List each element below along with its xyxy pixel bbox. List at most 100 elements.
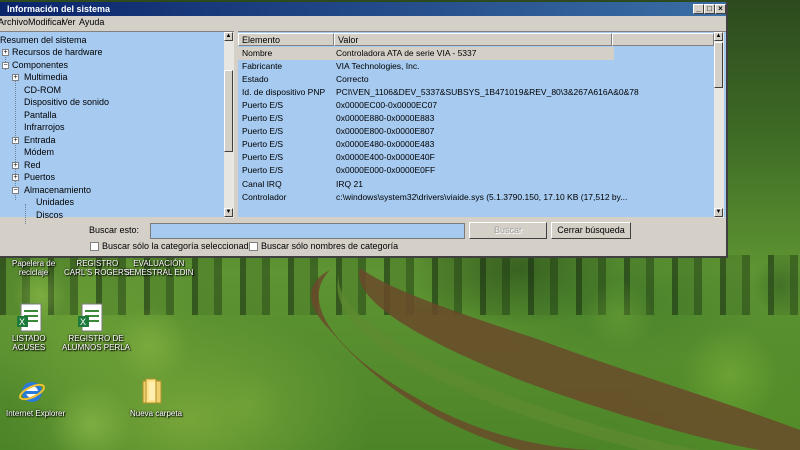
scroll-up-arrow-icon[interactable]: ▲ <box>224 32 233 41</box>
tree-item-almacenamiento[interactable]: Almacenamiento <box>24 184 91 196</box>
excel-file-icon[interactable]: X <box>17 303 45 333</box>
svg-text:X: X <box>80 317 86 327</box>
row-item: Estado <box>242 74 269 84</box>
desktop-icon-label-registro-alumnos[interactable]: REGISTRO DE ALUMNOS PERLA <box>62 334 130 352</box>
details-scrollbar[interactable]: ▲ ▼ <box>714 32 724 218</box>
table-row[interactable]: Puerto E/S 0x0000E480-0x0000E483 <box>238 138 714 151</box>
row-value: 0x0000EC00-0x0000EC07 <box>336 100 438 110</box>
search-category-names-checkbox[interactable] <box>249 242 258 251</box>
table-row[interactable]: Id. de dispositivo PNP PCI\VEN_1106&DEV_… <box>238 86 714 99</box>
collapse-icon[interactable]: − <box>12 187 19 194</box>
menu-ayuda[interactable]: Ayuda <box>79 16 104 29</box>
tree-item-puertos[interactable]: Puertos <box>24 171 55 183</box>
table-row[interactable]: Fabricante VIA Technologies, Inc. <box>238 60 714 73</box>
minimize-button[interactable]: _ <box>693 4 704 14</box>
desktop-icon-label-evaluacion[interactable]: EVALUACIÓN SEMESTRAL EDIN <box>124 259 194 277</box>
table-row[interactable]: Puerto E/S 0x0000E800-0x0000E807 <box>238 125 714 138</box>
tree-item-multimedia[interactable]: Multimedia <box>24 71 68 83</box>
details-scroll-thumb[interactable] <box>714 42 723 88</box>
tree-item-cd-rom[interactable]: CD-ROM <box>24 84 61 96</box>
column-header-valor[interactable]: Valor <box>334 33 612 46</box>
tree-item-red[interactable]: Red <box>24 159 41 171</box>
tree-item-recursos-hardware[interactable]: Recursos de hardware <box>12 46 103 58</box>
row-item: Id. de dispositivo PNP <box>242 87 326 97</box>
table-row[interactable]: Puerto E/S 0x0000E880-0x0000E883 <box>238 112 714 125</box>
row-value: 0x0000E880-0x0000E883 <box>336 113 435 123</box>
expand-icon[interactable]: + <box>12 174 19 181</box>
tree-item-dispositivo-sonido[interactable]: Dispositivo de sonido <box>24 96 109 108</box>
tree-scroll-thumb[interactable] <box>224 70 233 152</box>
column-header-empty <box>612 33 714 46</box>
close-search-button[interactable]: Cerrar búsqueda <box>551 222 631 239</box>
scroll-up-arrow-icon[interactable]: ▲ <box>714 32 723 41</box>
tree-item-infrarrojos[interactable]: Infrarrojos <box>24 121 65 133</box>
menu-modificar[interactable]: Modificar <box>28 16 65 29</box>
column-header-elemento[interactable]: Elemento <box>238 33 334 46</box>
tree-item-modem[interactable]: Módem <box>24 146 54 158</box>
row-value: VIA Technologies, Inc. <box>336 61 420 71</box>
find-button[interactable]: Buscar <box>469 222 547 239</box>
scroll-down-arrow-icon[interactable]: ▼ <box>714 208 723 217</box>
excel-file-icon[interactable]: X <box>78 303 106 333</box>
maximize-button[interactable]: □ <box>704 4 715 14</box>
search-selected-category-checkbox[interactable] <box>90 242 99 251</box>
row-item: Fabricante <box>242 61 283 71</box>
row-value: c:\windows\system32\drivers\viaide.sys (… <box>336 192 628 202</box>
row-item: Puerto E/S <box>242 165 284 175</box>
expand-icon[interactable]: + <box>12 74 19 81</box>
row-value: PCI\VEN_1106&DEV_5337&SUBSYS_1B471019&RE… <box>336 87 639 97</box>
expand-icon[interactable]: + <box>12 137 19 144</box>
desktop-icon-label-listado-acuses[interactable]: LISTADO ACUSES <box>12 334 46 352</box>
row-item: Controlador <box>242 192 287 202</box>
svg-text:X: X <box>19 317 25 327</box>
row-value: Correcto <box>336 74 369 84</box>
row-item: Puerto E/S <box>242 126 284 136</box>
tree-item-pantalla[interactable]: Pantalla <box>24 109 57 121</box>
tree-item-entrada[interactable]: Entrada <box>24 134 56 146</box>
row-item: Puerto E/S <box>242 113 284 123</box>
menu-ver[interactable]: Ver <box>62 16 76 29</box>
table-row[interactable]: Canal IRQ IRQ 21 <box>238 178 714 191</box>
expand-icon[interactable]: + <box>12 162 19 169</box>
desktop-icon-label-recycle-bin[interactable]: Papelera de reciclaje <box>12 259 55 277</box>
row-value: 0x0000E000-0x0000E0FF <box>336 165 436 175</box>
row-value: Controladora ATA de serie VIA - 5337 <box>336 48 477 58</box>
table-row[interactable]: Puerto E/S 0x0000EC00-0x0000EC07 <box>238 99 714 112</box>
expand-icon[interactable]: + <box>2 49 9 56</box>
menu-archivo[interactable]: Archivo <box>0 16 28 29</box>
table-row[interactable]: Estado Correcto <box>238 73 714 86</box>
category-tree[interactable]: Resumen del sistema + Recursos de hardwa… <box>0 31 234 224</box>
close-button[interactable]: × <box>715 4 726 14</box>
internet-explorer-icon[interactable] <box>18 378 46 406</box>
row-item: Nombre <box>242 48 273 58</box>
search-label: Buscar esto: <box>89 225 140 235</box>
table-row[interactable]: Puerto E/S 0x0000E400-0x0000E40F <box>238 151 714 164</box>
tree-item-discos[interactable]: Discos <box>36 209 63 221</box>
tree-item-componentes[interactable]: Componentes <box>12 59 68 71</box>
desktop-icon-label-registro-carls[interactable]: REGISTRO CARL'S ROGER'S <box>64 259 131 277</box>
scroll-down-arrow-icon[interactable]: ▼ <box>224 208 233 217</box>
details-table[interactable]: Elemento Valor Nombre Controladora ATA d… <box>238 31 726 218</box>
row-item: Canal IRQ <box>242 179 282 189</box>
table-row[interactable]: Puerto E/S 0x0000E000-0x0000E0FF <box>238 164 714 177</box>
table-row[interactable]: Nombre Controladora ATA de serie VIA - 5… <box>238 47 614 60</box>
search-input[interactable] <box>150 223 465 239</box>
row-value: IRQ 21 <box>336 179 363 189</box>
search-selected-category-label[interactable]: Buscar sólo la categoría seleccionada <box>102 241 254 251</box>
folder-icon[interactable] <box>140 378 166 406</box>
desktop-icon-label-internet-explorer[interactable]: Internet Explorer <box>6 409 65 418</box>
table-row[interactable]: Controlador c:\windows\system32\drivers\… <box>238 191 714 204</box>
collapse-icon[interactable]: − <box>2 62 9 69</box>
row-value: 0x0000E800-0x0000E807 <box>336 126 435 136</box>
menu-bar: Archivo Modificar Ver Ayuda <box>0 16 726 29</box>
row-item: Puerto E/S <box>242 152 284 162</box>
window-title: Información del sistema <box>7 4 111 14</box>
search-category-names-label[interactable]: Buscar sólo nombres de categoría <box>261 241 398 251</box>
row-value: 0x0000E480-0x0000E483 <box>336 139 435 149</box>
tree-item-resumen[interactable]: Resumen del sistema <box>0 34 87 46</box>
system-information-window: Información del sistema _ □ × Archivo Mo… <box>0 2 728 258</box>
tree-scrollbar[interactable]: ▲ ▼ <box>224 32 234 218</box>
title-bar[interactable]: Información del sistema _ □ × <box>0 2 726 16</box>
desktop-icon-label-nueva-carpeta[interactable]: Nueva carpeta <box>130 409 182 418</box>
tree-item-unidades[interactable]: Unidades <box>36 196 74 208</box>
